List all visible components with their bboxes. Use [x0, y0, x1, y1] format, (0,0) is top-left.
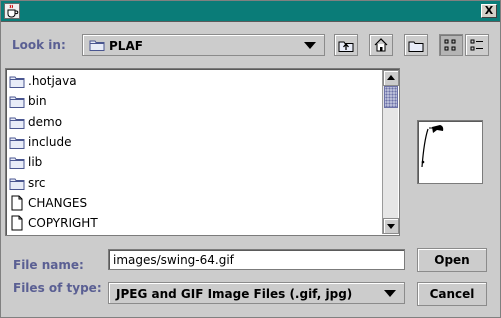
chevron-down-icon — [384, 290, 396, 297]
list-item[interactable]: lib — [7, 152, 383, 172]
folder-icon — [9, 175, 25, 191]
file-icon — [9, 195, 25, 211]
up-one-level-button[interactable] — [334, 34, 358, 56]
cancel-button[interactable]: Cancel — [417, 282, 487, 306]
close-button[interactable]: X — [481, 4, 497, 18]
files-of-type-label: Files of type: — [13, 281, 102, 295]
file-name: lib — [28, 155, 43, 170]
home-icon — [374, 38, 388, 52]
image-preview — [417, 120, 483, 184]
open-button[interactable]: Open — [417, 248, 487, 272]
file-name-label: File name: — [13, 258, 84, 272]
files-of-type-combobox[interactable]: JPEG and GIF Image Files (.gif, jpg) — [108, 282, 405, 304]
details-view-icon — [470, 39, 483, 51]
file-name: COPYRIGHT — [28, 216, 98, 231]
list-item[interactable]: include — [7, 132, 383, 152]
list-item[interactable]: COPYRIGHT — [7, 213, 383, 233]
list-item[interactable]: .hotjava — [7, 71, 383, 91]
folder-icon — [9, 93, 25, 109]
scroll-down-button[interactable] — [383, 218, 399, 234]
folder-icon — [9, 134, 25, 150]
list-item[interactable]: bin — [7, 91, 383, 111]
swing-image-thumbnail — [421, 125, 444, 168]
files-of-type-value: JPEG and GIF Image Files (.gif, jpg) — [116, 287, 353, 301]
look-in-combobox[interactable]: PLAF — [82, 34, 325, 56]
details-view-button[interactable] — [465, 34, 489, 56]
folder-icon — [9, 114, 25, 130]
look-in-value: PLAF — [109, 39, 143, 53]
vertical-scrollbar[interactable] — [382, 70, 399, 234]
file-name: src — [28, 175, 46, 190]
scrollbar-thumb[interactable] — [384, 86, 398, 108]
look-in-label: Look in: — [12, 38, 66, 52]
file-name: include — [28, 134, 72, 149]
file-name: CHANGES — [28, 195, 88, 210]
file-name-input[interactable]: images/swing-64.gif — [108, 249, 405, 270]
scroll-up-button[interactable] — [383, 70, 399, 86]
folder-icon — [89, 38, 105, 55]
title-bar[interactable]: X — [1, 1, 500, 22]
chevron-down-icon — [304, 42, 316, 49]
home-button[interactable] — [369, 34, 393, 56]
folder-up-icon — [338, 41, 354, 52]
java-cup-icon — [4, 3, 20, 19]
chevron-up-icon — [387, 75, 395, 80]
file-name: bin — [28, 94, 47, 109]
file-icon — [9, 215, 25, 231]
file-chooser-dialog: X Look in: PLAF .hotjava bin demo includ… — [0, 0, 501, 318]
folder-icon — [9, 154, 25, 170]
folder-icon — [9, 73, 25, 89]
file-name: demo — [28, 114, 63, 129]
list-item[interactable]: CHANGES — [7, 193, 383, 213]
file-name: .hotjava — [28, 74, 77, 88]
list-view-icon — [444, 39, 456, 51]
list-view-button[interactable] — [439, 34, 463, 56]
file-list[interactable]: .hotjava bin demo include lib src CHANGES COPYR… — [5, 68, 400, 236]
list-item[interactable]: src — [7, 173, 383, 193]
new-folder-button[interactable] — [404, 34, 428, 56]
new-folder-icon — [408, 41, 424, 52]
chevron-down-icon — [387, 224, 395, 229]
list-item[interactable]: demo — [7, 112, 383, 132]
